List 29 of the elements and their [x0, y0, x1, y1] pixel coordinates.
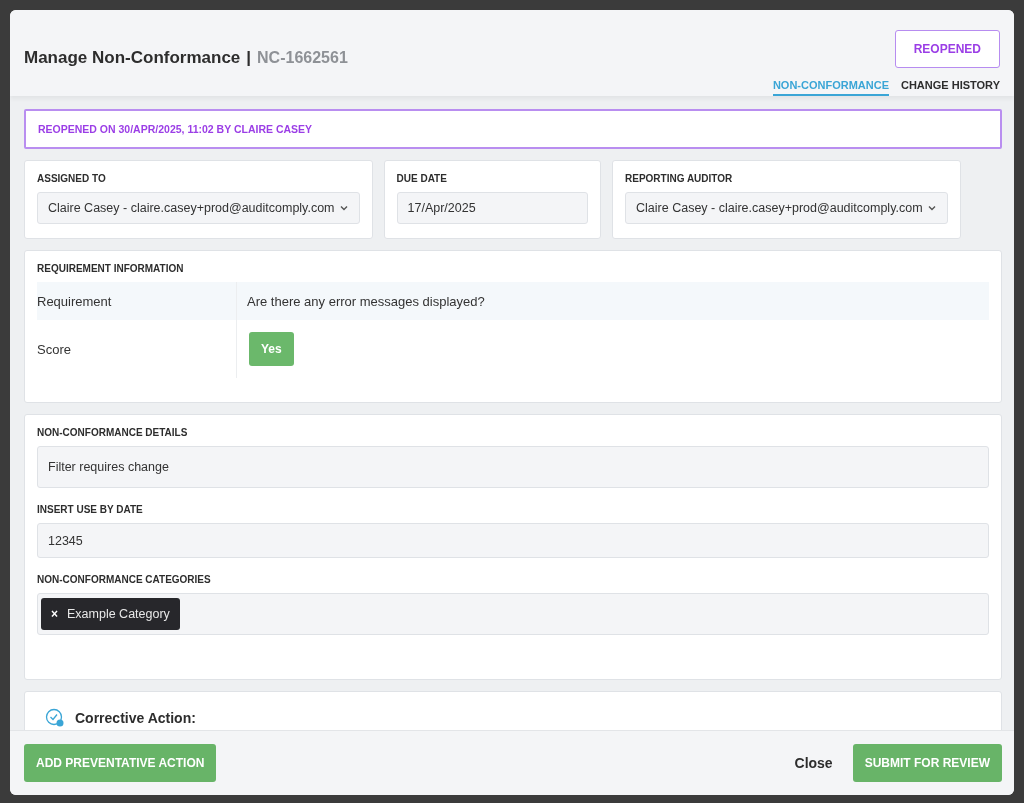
close-button[interactable]: Close [794, 743, 833, 783]
select-field[interactable]: Claire Casey - claire.casey+prod@auditcomply.com [625, 192, 948, 224]
field-label: REPORTING AUDITOR [625, 173, 734, 184]
tag-label: Example Category [67, 607, 170, 621]
field-label: NON-CONFORMANCE CATEGORIES [37, 574, 212, 585]
title-separator: | [246, 48, 252, 68]
tab[interactable]: CHANGE HISTORY [901, 76, 1000, 96]
status-badge: REOPENED [894, 30, 1000, 68]
reopened-banner: REOPENED ON 30/APR/2025, 11:02 BY CLAIRE CASEY [24, 109, 1002, 149]
text-field[interactable]: Filter requires change [37, 446, 989, 488]
remove-tag-button[interactable]: × [51, 607, 58, 621]
check-circle-icon [45, 708, 65, 728]
text-field[interactable]: 12345 [37, 523, 989, 558]
tags-field[interactable]: × Example Category [37, 593, 989, 635]
field-label: ASSIGNED TO [37, 173, 107, 184]
section-title: REQUIREMENT INFORMATION [37, 263, 185, 274]
field-label: INSERT USE BY DATE [37, 504, 144, 515]
caret-icon [926, 203, 937, 213]
score-badge: Yes [249, 332, 294, 366]
section-title: Corrective Action: [75, 710, 196, 726]
field-label: NON-CONFORMANCE DETAILS [37, 427, 189, 438]
caret-icon [338, 203, 349, 213]
date-field[interactable]: 17/Apr/2025 [396, 192, 589, 224]
field-label: DUE DATE [396, 173, 448, 184]
reference-number: NC-1662561 [257, 49, 348, 67]
modal-title: Manage Non-Conformance [24, 48, 241, 68]
row-value: Are there any error messages displayed? [246, 292, 486, 311]
row-label: Score [37, 320, 237, 378]
select-field[interactable]: Claire Casey - claire.casey+prod@auditcomply.com [37, 192, 360, 224]
